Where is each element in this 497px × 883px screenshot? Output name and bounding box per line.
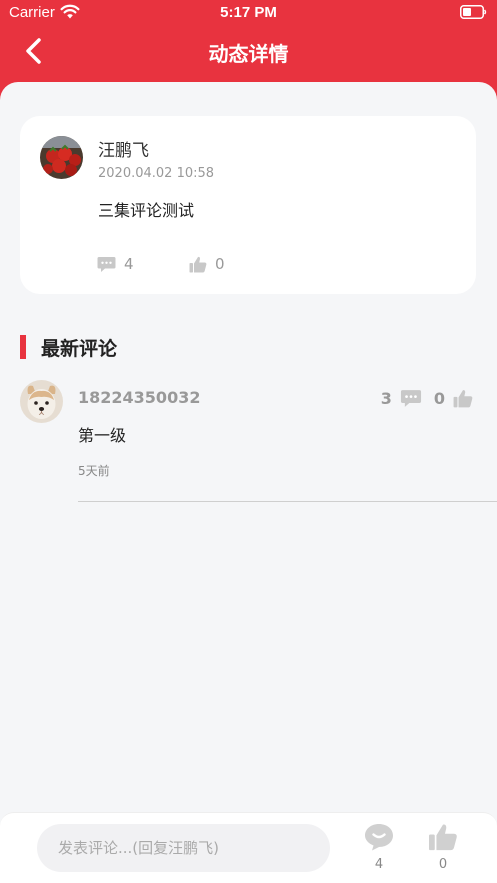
post-author[interactable]: 汪鹏飞 bbox=[98, 136, 149, 161]
comment-icon bbox=[97, 256, 116, 272]
bottom-like-count: 0 bbox=[438, 857, 448, 872]
section-title: 最新评论 bbox=[41, 337, 118, 360]
content-area: 汪鹏飞 2020.04.02 10:58 三集评论测试 4 0 最新评论 182… bbox=[0, 82, 497, 883]
post-comment-count: 4 bbox=[124, 255, 134, 273]
post-date: 2020.04.02 10:58 bbox=[98, 166, 215, 181]
thumbs-up-icon[interactable] bbox=[453, 389, 473, 408]
comment-bubble-icon bbox=[365, 824, 393, 851]
post-text: 三集评论测试 bbox=[98, 201, 195, 220]
post-comment-stat[interactable]: 4 bbox=[97, 254, 134, 274]
battery-icon bbox=[460, 5, 487, 19]
comment-time: 5天前 bbox=[78, 464, 110, 478]
commenter-name[interactable]: 18224350032 bbox=[78, 388, 200, 407]
thumbs-up-icon bbox=[189, 256, 207, 272]
reply-icon[interactable] bbox=[400, 389, 422, 408]
author-avatar[interactable] bbox=[40, 136, 83, 179]
dog-image bbox=[20, 380, 63, 423]
bottom-bar: 4 0 bbox=[0, 812, 497, 883]
divider bbox=[78, 501, 497, 502]
comment-button[interactable]: 4 bbox=[361, 823, 397, 872]
comment-input[interactable] bbox=[37, 824, 330, 872]
page-title: 动态详情 bbox=[208, 42, 289, 66]
comment-reply-count: 3 bbox=[380, 388, 392, 408]
post-like-stat[interactable]: 0 bbox=[189, 254, 225, 274]
thumbs-up-icon bbox=[429, 824, 457, 851]
comment-like-count: 0 bbox=[433, 388, 445, 408]
comment-item: 18224350032 第一级 5天前 3 0 bbox=[0, 378, 497, 502]
clock: 5:17 PM bbox=[220, 4, 277, 21]
strawberries-image bbox=[40, 136, 83, 179]
section-header: 最新评论 bbox=[20, 334, 117, 360]
post-like-count: 0 bbox=[215, 255, 225, 273]
like-button[interactable]: 0 bbox=[425, 823, 461, 872]
bottom-comment-count: 4 bbox=[374, 857, 384, 872]
comment-stats: 3 0 bbox=[381, 386, 473, 410]
nav-bar: 动态详情 bbox=[0, 26, 497, 82]
status-bar: Carrier 5:17 PM bbox=[0, 0, 497, 26]
section-accent-bar bbox=[20, 335, 26, 359]
comment-text: 第一级 bbox=[78, 426, 127, 445]
commenter-avatar[interactable] bbox=[20, 380, 63, 423]
post-card: 汪鹏飞 2020.04.02 10:58 三集评论测试 4 0 bbox=[20, 116, 476, 294]
